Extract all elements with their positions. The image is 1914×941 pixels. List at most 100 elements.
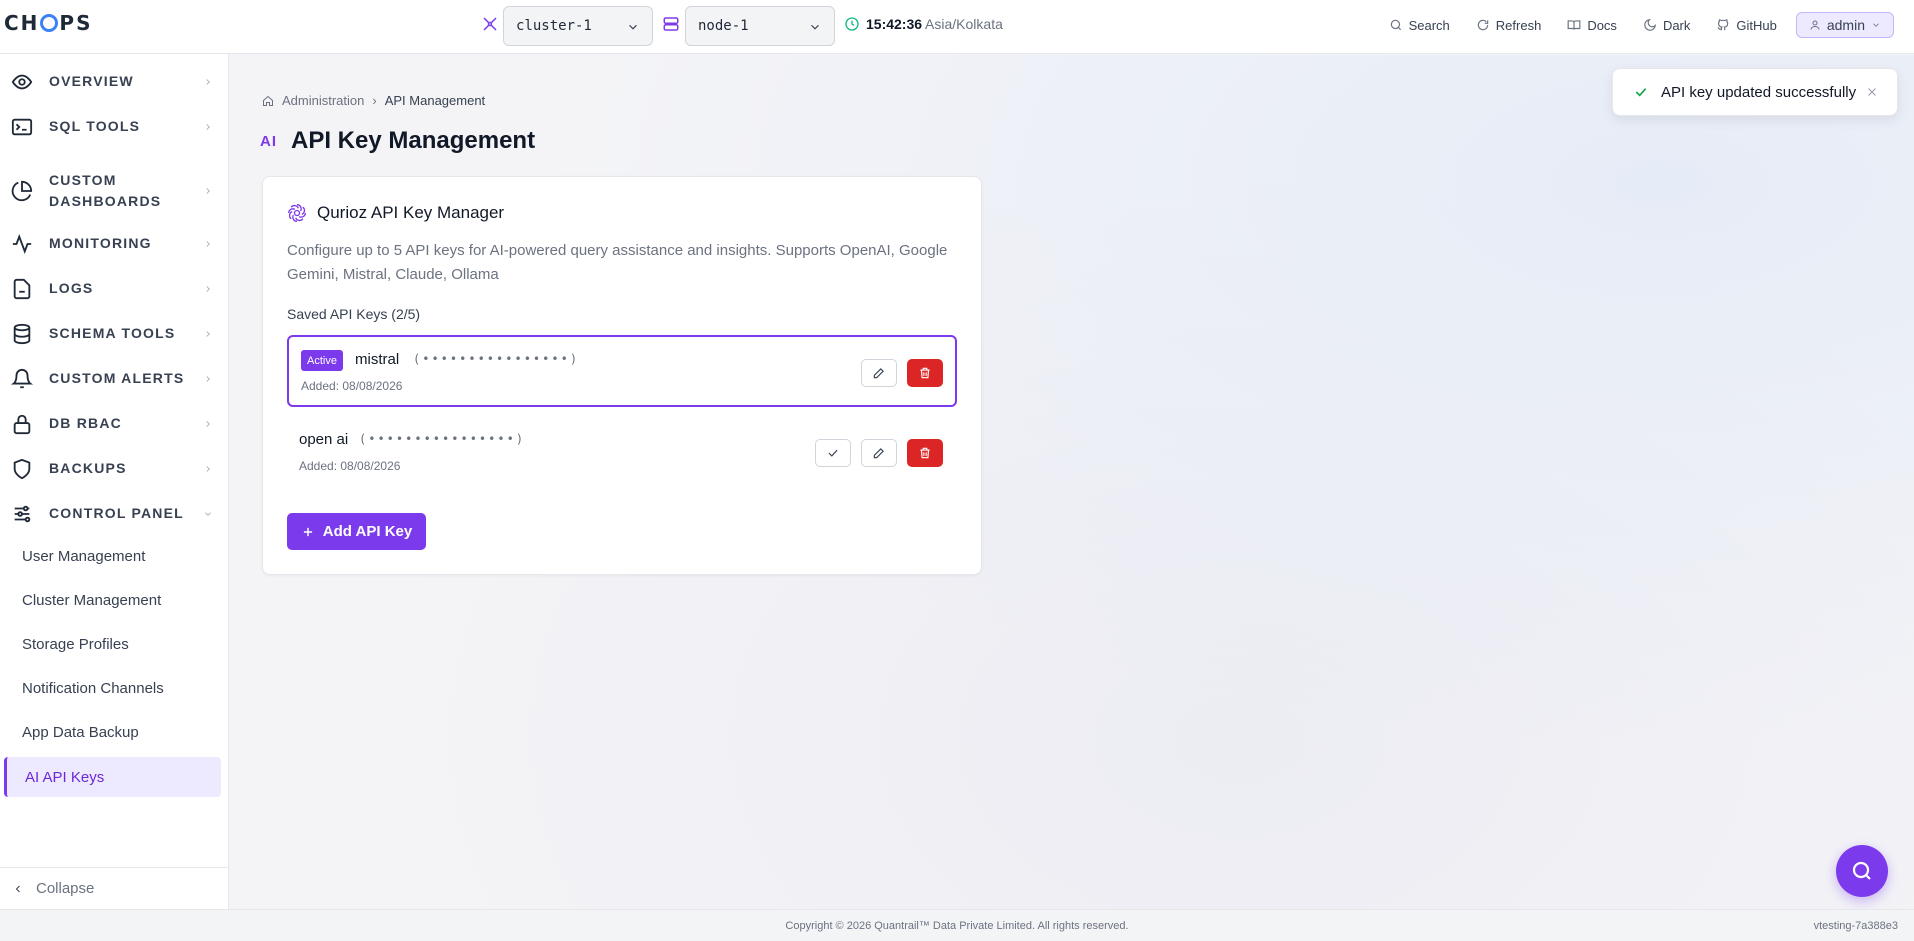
breadcrumb-separator: ›: [372, 93, 377, 108]
node-select-value: node-1: [698, 18, 749, 34]
cluster-select[interactable]: cluster-1: [503, 6, 653, 46]
node-select[interactable]: node-1: [685, 6, 835, 46]
card-title: Qurioz API Key Manager: [287, 203, 504, 223]
footer-copyright: Copyright © 2026 Quantrail™ Data Private…: [785, 920, 1129, 932]
ai-icon: AI: [260, 132, 277, 150]
activity-icon: [12, 234, 32, 254]
shield-icon: [13, 458, 31, 480]
sidebar-item-custom-alerts[interactable]: CUSTOM ALERTS: [0, 360, 229, 398]
api-key-added-date: Added: 08/08/2026: [301, 379, 403, 393]
main-content: Administration › API Management AI API K…: [230, 55, 1914, 909]
refresh-link-label: Refresh: [1495, 17, 1542, 33]
edit-key-button[interactable]: [861, 439, 897, 467]
trash-icon: [920, 447, 930, 459]
chevron-down-icon: [811, 24, 819, 30]
pie-chart-icon: [11, 180, 33, 202]
top-bar: CH PS cluster-1 node-1 15:42:36 Asia/Kolk…: [0, 0, 1914, 54]
sidebar: OVERVIEW SQL TOOLS CUSTOM DASHBOARDS MON…: [0, 54, 229, 909]
sidebar-subitem-cluster-management[interactable]: Cluster Management: [4, 580, 221, 620]
api-key-row: Active mistral (••••••••••••••••) Added:…: [287, 335, 957, 407]
sidebar-item-backups[interactable]: BACKUPS: [0, 450, 229, 488]
github-link[interactable]: GitHub: [1703, 7, 1789, 43]
api-key-masked: (••••••••••••••••): [413, 352, 580, 366]
sidebar-collapse-button[interactable]: Collapse: [0, 867, 229, 909]
api-key-added-date: Added: 08/08/2026: [299, 459, 401, 473]
toast-message: API key updated successfully: [1661, 83, 1857, 101]
clock-time: 15:42:36: [866, 16, 923, 32]
trash-icon: [920, 367, 930, 379]
sidebar-item-label: MONITORING: [49, 235, 152, 251]
cluster-select-value: cluster-1: [516, 18, 592, 34]
clock-timezone: Asia/Kolkata: [925, 16, 1003, 32]
sidebar-item-custom-dashboards[interactable]: CUSTOM DASHBOARDS: [0, 167, 229, 215]
chevron-down-icon: [205, 512, 211, 516]
sidebar-item-label: LOGS: [49, 280, 94, 296]
bell-icon: [11, 369, 33, 389]
close-icon[interactable]: [1865, 85, 1879, 99]
check-icon: [1635, 88, 1647, 97]
github-icon: [1717, 19, 1729, 31]
breadcrumb-current: API Management: [384, 93, 486, 108]
database-icon: [13, 323, 31, 345]
sidebar-item-label: BACKUPS: [49, 460, 127, 476]
sidebar-item-label: CUSTOM ALERTS: [49, 370, 185, 386]
search-fab-button[interactable]: [1836, 845, 1888, 897]
success-toast: API key updated successfully: [1612, 68, 1898, 116]
user-name: admin: [1826, 17, 1865, 33]
sidebar-subitem-notification-channels[interactable]: Notification Channels: [4, 668, 221, 708]
theme-toggle[interactable]: Dark: [1630, 7, 1703, 43]
header-links: Search Refresh Docs Dark GitHub admin: [1376, 7, 1894, 43]
eye-icon: [11, 74, 33, 90]
chevron-right-icon: [206, 466, 210, 472]
delete-key-button[interactable]: [907, 359, 943, 387]
breadcrumb-parent[interactable]: Administration: [282, 93, 364, 108]
github-link-label: GitHub: [1736, 17, 1777, 33]
sidebar-subitem-storage-profiles[interactable]: Storage Profiles: [4, 624, 221, 664]
add-api-key-label: Add API Key: [322, 523, 413, 540]
delete-key-button[interactable]: [907, 439, 943, 467]
sidebar-item-label: CUSTOM DASHBOARDS: [49, 172, 162, 209]
terminal-icon: [11, 118, 33, 136]
docs-link-label: Docs: [1587, 17, 1617, 33]
add-api-key-button[interactable]: Add API Key: [287, 513, 426, 550]
card-description: Configure up to 5 API keys for AI-powere…: [287, 242, 948, 283]
active-badge: Active: [301, 350, 343, 371]
docs-link[interactable]: Docs: [1554, 7, 1630, 43]
sidebar-item-label: OVERVIEW: [49, 73, 134, 89]
user-menu-button[interactable]: admin: [1795, 12, 1894, 38]
api-key-manager-card: Qurioz API Key Manager Configure up to 5…: [262, 176, 982, 575]
search-link[interactable]: Search: [1376, 7, 1463, 43]
refresh-link[interactable]: Refresh: [1463, 7, 1555, 43]
api-key-name: mistral: [355, 351, 400, 368]
sidebar-item-label: DB RBAC: [49, 415, 122, 431]
edit-icon: [873, 368, 884, 379]
home-icon: [263, 95, 273, 106]
moon-icon: [1644, 18, 1656, 31]
chevron-down-icon: [1873, 23, 1879, 27]
sidebar-item-db-rbac[interactable]: DB RBAC: [0, 405, 229, 443]
chevron-right-icon: [206, 376, 210, 382]
sidebar-item-label: SCHEMA TOOLS: [49, 325, 176, 341]
sidebar-item-schema-tools[interactable]: SCHEMA TOOLS: [0, 315, 229, 353]
sidebar-item-label: SQL TOOLS: [49, 118, 141, 134]
app-logo[interactable]: CH PS: [4, 11, 92, 35]
user-icon: [1810, 20, 1820, 30]
sidebar-subitem-ai-api-keys[interactable]: AI API Keys: [4, 757, 221, 797]
chevron-right-icon: [206, 79, 210, 85]
activate-key-button[interactable]: [815, 439, 851, 467]
sidebar-subitem-user-management[interactable]: User Management: [4, 536, 221, 576]
sidebar-item-overview[interactable]: OVERVIEW: [0, 63, 229, 101]
clock: 15:42:36 Asia/Kolkata: [844, 16, 1003, 32]
sidebar-item-logs[interactable]: LOGS: [0, 270, 229, 308]
openai-icon: [288, 204, 306, 222]
edit-key-button[interactable]: [861, 359, 897, 387]
api-key-masked: (••••••••••••••••): [359, 432, 526, 446]
chevron-right-icon: [206, 421, 210, 427]
sidebar-subitem-app-data-backup[interactable]: App Data Backup: [4, 712, 221, 752]
clock-icon: [845, 17, 859, 31]
sidebar-item-sql-tools[interactable]: SQL TOOLS: [0, 108, 229, 146]
sidebar-item-monitoring[interactable]: MONITORING: [0, 225, 229, 263]
footer: Copyright © 2026 Quantrail™ Data Private…: [0, 909, 1914, 941]
sidebar-item-control-panel[interactable]: CONTROL PANEL: [0, 495, 229, 533]
page-title: AI API Key Management: [260, 127, 535, 155]
